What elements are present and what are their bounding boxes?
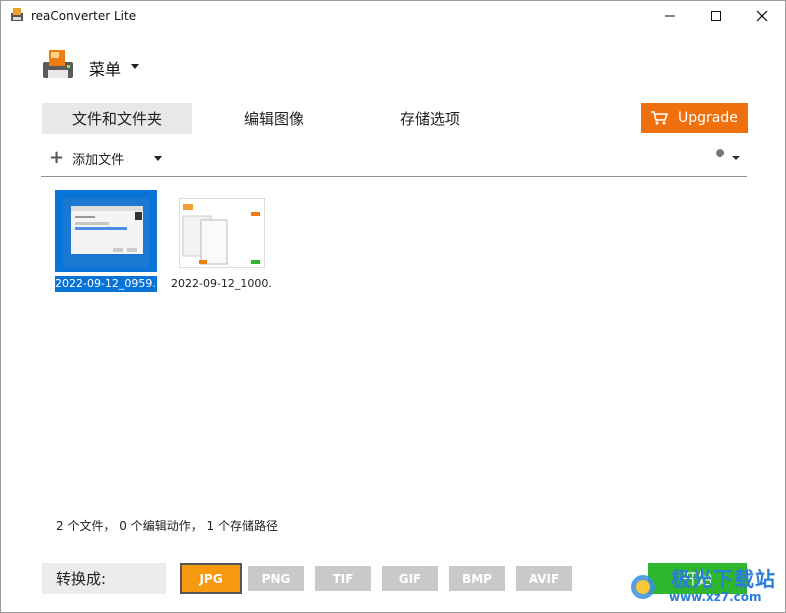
thumbnail-frame <box>55 190 157 272</box>
upgrade-label: Upgrade <box>678 110 738 126</box>
tab-edit-images[interactable]: 编辑图像 <box>199 103 349 134</box>
format-png-button[interactable]: PNG <box>248 566 304 591</box>
app-icon <box>11 8 23 21</box>
divider <box>41 176 747 177</box>
thumbnail-frame <box>171 190 273 272</box>
cart-icon <box>651 111 668 125</box>
window-title: reaConverter Lite <box>31 9 137 23</box>
file-name: 2022-09-12_0959... <box>55 276 157 292</box>
format-gif-button[interactable]: GIF <box>382 566 438 591</box>
add-files-button[interactable]: + 添加文件 <box>49 148 124 168</box>
plus-icon: + <box>49 147 65 168</box>
app-window: reaConverter Lite 菜单 文件和文件夹 编辑图像 存储选项 Up… <box>0 0 786 613</box>
add-files-dropdown-icon[interactable] <box>154 156 162 161</box>
format-tif-button[interactable]: TIF <box>315 566 371 591</box>
watermark-text: 极光下载站 <box>671 567 776 591</box>
maximize-icon <box>711 11 721 21</box>
tab-save-options[interactable]: 存储选项 <box>355 103 505 134</box>
menu-button[interactable]: 菜单 <box>89 56 121 80</box>
maximize-button[interactable] <box>693 1 739 31</box>
chevron-down-icon[interactable] <box>131 64 139 69</box>
watermark-url: www.xz7.com <box>669 590 762 604</box>
convert-to-text: 转换成: <box>56 570 107 588</box>
minimize-icon <box>665 15 675 17</box>
title-bar: reaConverter Lite <box>1 1 785 31</box>
file-thumbnail[interactable]: 2022-09-12_1000... <box>171 190 273 294</box>
convert-to-label: 转换成: <box>42 563 166 594</box>
upgrade-button[interactable]: Upgrade <box>641 103 748 133</box>
format-avif-button[interactable]: AVIF <box>516 566 572 591</box>
minimize-button[interactable] <box>647 1 693 31</box>
status-text: 2 个文件， 0 个编辑动作， 1 个存储路径 <box>56 519 278 533</box>
wrench-icon[interactable] <box>711 149 741 167</box>
file-name: 2022-09-12_1000... <box>171 277 273 290</box>
menu-printer-icon[interactable] <box>41 48 75 82</box>
file-thumbnail[interactable]: 2022-09-12_0959... <box>55 190 157 294</box>
format-jpg-button[interactable]: JPG <box>180 563 242 594</box>
tab-files-folders[interactable]: 文件和文件夹 <box>42 103 192 134</box>
close-icon <box>756 10 768 22</box>
add-files-label: 添加文件 <box>72 152 125 168</box>
format-bmp-button[interactable]: BMP <box>449 566 505 591</box>
close-button[interactable] <box>739 1 785 31</box>
thumbnail-image <box>179 198 265 268</box>
thumbnail-image <box>63 198 149 268</box>
